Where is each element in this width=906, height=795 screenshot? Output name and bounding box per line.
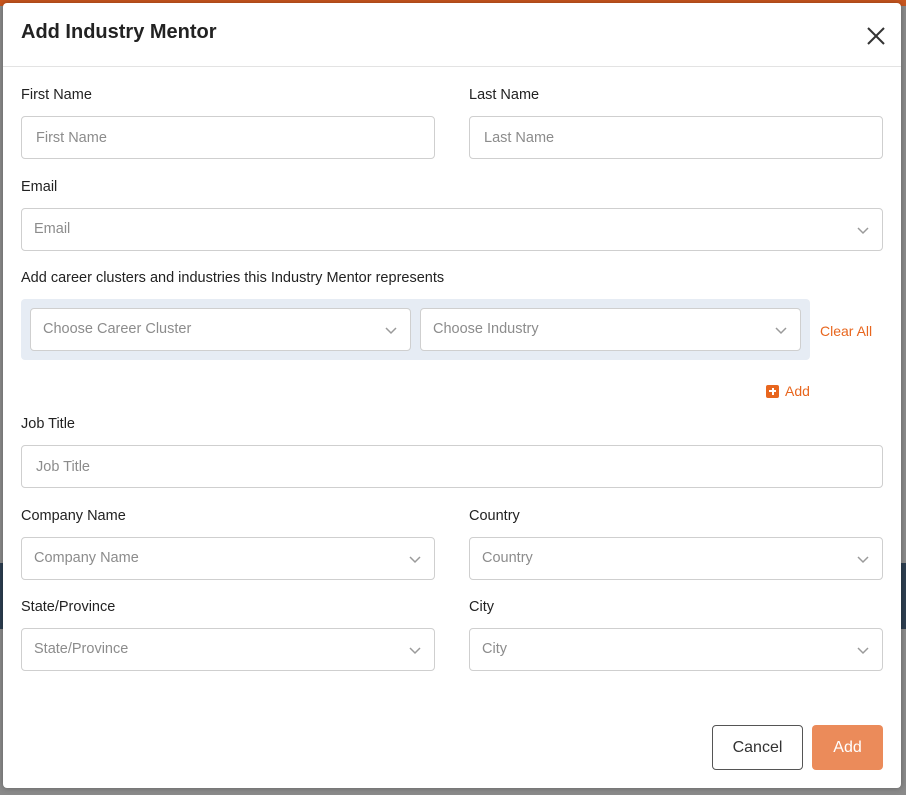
last-name-label: Last Name bbox=[469, 87, 540, 103]
career-cluster-select[interactable]: Choose Career Cluster bbox=[30, 308, 411, 351]
modal-title: Add Industry Mentor bbox=[21, 21, 217, 43]
chevron-down-icon bbox=[409, 647, 421, 655]
country-select[interactable]: Country bbox=[469, 537, 883, 580]
clear-all-link[interactable]: Clear All bbox=[820, 323, 872, 339]
chevron-down-icon bbox=[857, 647, 869, 655]
career-cluster-placeholder: Choose Career Cluster bbox=[43, 321, 192, 337]
job-title-input[interactable] bbox=[21, 445, 883, 488]
first-name-input[interactable] bbox=[21, 116, 435, 159]
modal-header: Add Industry Mentor bbox=[3, 3, 901, 67]
email-label: Email bbox=[21, 179, 58, 195]
first-name-label: First Name bbox=[21, 87, 92, 103]
state-province-label: State/Province bbox=[21, 599, 116, 615]
company-name-placeholder: Company Name bbox=[34, 550, 139, 566]
last-name-input[interactable] bbox=[469, 116, 883, 159]
country-label: Country bbox=[469, 508, 520, 524]
state-province-select[interactable]: State/Province bbox=[21, 628, 435, 671]
city-select[interactable]: City bbox=[469, 628, 883, 671]
career-clusters-label: Add career clusters and industries this … bbox=[21, 270, 445, 286]
close-icon bbox=[867, 27, 885, 45]
company-name-select[interactable]: Company Name bbox=[21, 537, 435, 580]
cancel-button[interactable]: Cancel bbox=[712, 725, 803, 770]
chevron-down-icon bbox=[857, 227, 869, 235]
city-label: City bbox=[469, 599, 494, 615]
city-placeholder: City bbox=[482, 641, 507, 657]
chevron-down-icon bbox=[409, 556, 421, 564]
add-cluster-link[interactable]: Add bbox=[766, 383, 810, 399]
industry-placeholder: Choose Industry bbox=[433, 321, 539, 337]
email-placeholder: Email bbox=[34, 221, 71, 237]
country-placeholder: Country bbox=[482, 550, 533, 566]
add-button[interactable]: Add bbox=[812, 725, 883, 770]
chevron-down-icon bbox=[775, 327, 787, 335]
add-cluster-label: Add bbox=[785, 383, 810, 399]
chevron-down-icon bbox=[857, 556, 869, 564]
company-name-label: Company Name bbox=[21, 508, 126, 524]
close-button[interactable] bbox=[865, 25, 887, 47]
industry-select[interactable]: Choose Industry bbox=[420, 308, 801, 351]
email-select[interactable]: Email bbox=[21, 208, 883, 251]
state-province-placeholder: State/Province bbox=[34, 641, 129, 657]
add-industry-mentor-modal: Add Industry Mentor First Name Last Name… bbox=[3, 3, 901, 788]
chevron-down-icon bbox=[385, 327, 397, 335]
plus-square-icon bbox=[766, 384, 779, 398]
career-cluster-row: Choose Career Cluster Choose Industry bbox=[21, 299, 810, 360]
job-title-label: Job Title bbox=[21, 416, 75, 432]
